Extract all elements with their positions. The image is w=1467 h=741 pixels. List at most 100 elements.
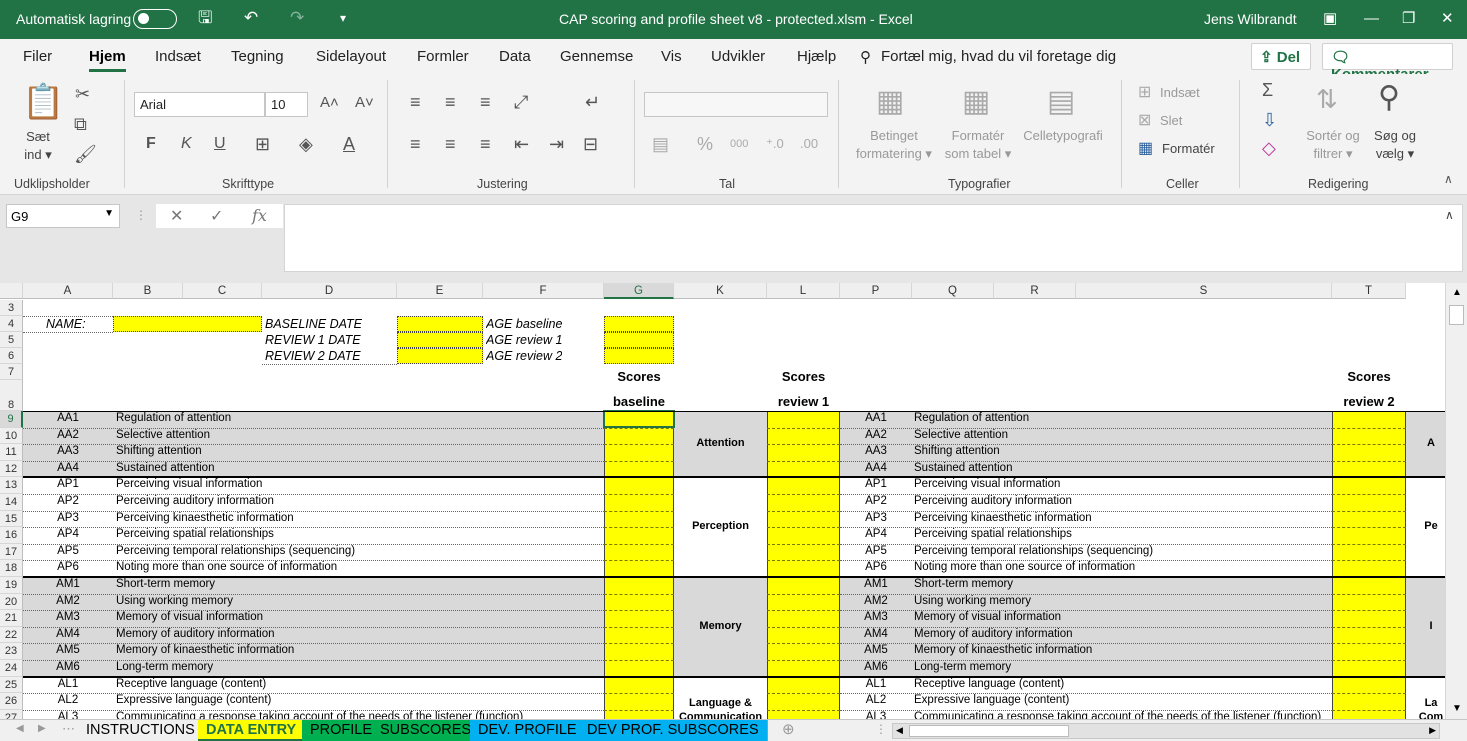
tab-hjem[interactable]: Hjem <box>89 48 126 72</box>
tab-tegning[interactable]: Tegning <box>231 48 284 65</box>
format-as-table-label[interactable]: Formatér <box>938 127 1018 144</box>
thousands-button[interactable]: 000 <box>730 138 748 150</box>
cell-styles-icon[interactable]: ▤ <box>1047 84 1075 119</box>
drag-handle-icon[interactable]: ⋮ <box>135 208 147 222</box>
column-header-R[interactable]: R <box>994 283 1076 299</box>
chevron-down-icon[interactable]: ▼ <box>104 208 114 219</box>
scroll-up-icon[interactable]: ▲ <box>1452 287 1462 298</box>
cancel-icon[interactable]: ✕ <box>170 206 183 226</box>
insert-cells-icon[interactable]: ⊞ <box>1138 82 1151 102</box>
align-right-icon[interactable]: ≡ <box>480 134 491 155</box>
undo-icon[interactable]: ↶ <box>244 8 258 28</box>
row-header-3[interactable]: 3 <box>0 300 23 316</box>
sheet-tab-subscores[interactable]: SUBSCORES <box>372 720 481 741</box>
decrease-font-icon[interactable]: A˅ <box>355 94 374 111</box>
wrap-text-icon[interactable]: ↵ <box>585 92 600 113</box>
fill-icon[interactable]: ⇩ <box>1262 110 1277 131</box>
decrease-decimal-icon[interactable]: .00 <box>800 136 818 151</box>
row-header-27[interactable]: 27 <box>0 709 23 719</box>
font-name-select[interactable]: Arial <box>134 92 265 117</box>
column-header-C[interactable]: C <box>183 283 262 299</box>
row-header-8[interactable]: 8 <box>0 380 23 411</box>
enter-icon[interactable]: ✓ <box>210 206 223 226</box>
row-header-10[interactable]: 10 <box>0 427 23 445</box>
paste-label-2[interactable]: ind ▾ <box>18 146 58 163</box>
add-sheet-icon[interactable]: ⊕ <box>782 720 795 738</box>
tab-formler[interactable]: Formler <box>417 48 469 65</box>
date-input-row-4[interactable] <box>397 316 483 332</box>
format-cells-icon[interactable]: ▦ <box>1138 138 1153 158</box>
insert-cells-label[interactable]: Indsæt <box>1160 84 1200 101</box>
row-header-20[interactable]: 20 <box>0 593 23 611</box>
format-as-table-label-2[interactable]: som tabel ▾ <box>938 145 1018 162</box>
column-header-Q[interactable]: Q <box>912 283 994 299</box>
row-header-9[interactable]: 9 <box>0 411 23 428</box>
age-input-row-5[interactable] <box>604 332 674 348</box>
expand-formula-icon[interactable]: ∧ <box>1445 208 1454 222</box>
autosum-icon[interactable]: Σ <box>1262 80 1273 101</box>
copy-icon[interactable]: ⧉ <box>74 114 87 135</box>
sheet-tab-profile[interactable]: PROFILE <box>302 720 382 741</box>
row-header-22[interactable]: 22 <box>0 626 23 644</box>
row-header-6[interactable]: 6 <box>0 348 23 364</box>
row-header-5[interactable]: 5 <box>0 332 23 348</box>
column-header-L[interactable]: L <box>767 283 840 299</box>
horizontal-scroll-thumb[interactable] <box>909 725 1069 737</box>
row-header-25[interactable]: 25 <box>0 676 23 694</box>
font-color-icon[interactable]: A <box>343 134 355 155</box>
row-header-18[interactable]: 18 <box>0 560 23 577</box>
minimize-icon[interactable]: — <box>1364 9 1379 29</box>
cell-styles-label[interactable]: Celletypografi <box>1018 127 1108 144</box>
row-header-17[interactable]: 17 <box>0 543 23 561</box>
orientation-icon[interactable]: ⤢ <box>514 92 528 113</box>
date-input-row-5[interactable] <box>397 332 483 348</box>
share-button[interactable]: ⇪ Del <box>1251 43 1311 70</box>
row-header-15[interactable]: 15 <box>0 510 23 528</box>
format-as-table-icon[interactable]: ▦ <box>962 84 990 119</box>
tell-me-box[interactable]: Fortæl mig, hvad du vil foretage dig <box>881 48 1116 65</box>
column-header-A[interactable]: A <box>23 283 113 299</box>
paste-label[interactable]: Sæt <box>18 128 58 145</box>
scroll-right-icon[interactable]: ▶ <box>1429 725 1436 736</box>
increase-font-icon[interactable]: A˄ <box>320 94 339 111</box>
tab-sidelayout[interactable]: Sidelayout <box>316 48 386 65</box>
name-box[interactable]: G9 ▼ <box>6 204 120 228</box>
row-header-11[interactable]: 11 <box>0 444 23 461</box>
sort-filter-label-2[interactable]: filtrer ▾ <box>1300 145 1366 162</box>
column-header-T[interactable]: T <box>1332 283 1406 299</box>
save-icon[interactable]: 🖫 <box>198 8 212 28</box>
accounting-format-icon[interactable]: ▤ <box>652 134 669 155</box>
column-header-S[interactable]: S <box>1076 283 1332 299</box>
align-bottom-icon[interactable]: ≡ <box>480 92 491 113</box>
sheet-tab-instructions[interactable]: INSTRUCTIONS <box>78 720 204 741</box>
age-input-row-4[interactable] <box>604 316 674 332</box>
tab-filer[interactable]: Filer <box>23 48 52 65</box>
column-header-F[interactable]: F <box>483 283 604 299</box>
tab-data[interactable]: Data <box>499 48 531 65</box>
restore-icon[interactable]: ❐ <box>1402 9 1415 29</box>
column-header-P[interactable]: P <box>840 283 912 299</box>
sheet-tab-dev-profile[interactable]: DEV. PROFILE <box>470 720 586 741</box>
name-input[interactable] <box>113 316 262 332</box>
sheet-tab-data-entry[interactable]: DATA ENTRY <box>198 720 306 741</box>
close-icon[interactable]: ✕ <box>1441 9 1454 29</box>
underline-button[interactable]: U <box>214 135 226 153</box>
ribbon-display-icon[interactable]: ▣ <box>1323 9 1337 29</box>
tab-indsaet[interactable]: Indsæt <box>155 48 201 65</box>
select-all-corner[interactable] <box>0 283 23 299</box>
cut-icon[interactable]: ✂ <box>75 84 90 105</box>
vertical-scrollbar[interactable]: ▲ ▼ <box>1445 283 1467 719</box>
scroll-down-icon[interactable]: ▼ <box>1452 703 1462 714</box>
sort-filter-label[interactable]: Sortér og <box>1300 127 1366 144</box>
bold-button[interactable]: F <box>146 135 156 153</box>
sort-filter-icon[interactable]: ⇅ <box>1316 84 1338 115</box>
row-header-13[interactable]: 13 <box>0 477 23 494</box>
redo-icon[interactable]: ↷ <box>290 8 304 28</box>
collapse-ribbon-icon[interactable]: ∧ <box>1444 172 1453 186</box>
more-sheets-icon[interactable]: ⋯ <box>62 721 75 737</box>
format-cells-label[interactable]: Formatér <box>1162 140 1215 157</box>
row-header-7[interactable]: 7 <box>0 364 23 380</box>
clear-icon[interactable]: ◇ <box>1262 138 1276 159</box>
comments-button[interactable]: 🗨 Kommentarer <box>1322 43 1453 83</box>
formula-input[interactable] <box>284 204 1463 272</box>
